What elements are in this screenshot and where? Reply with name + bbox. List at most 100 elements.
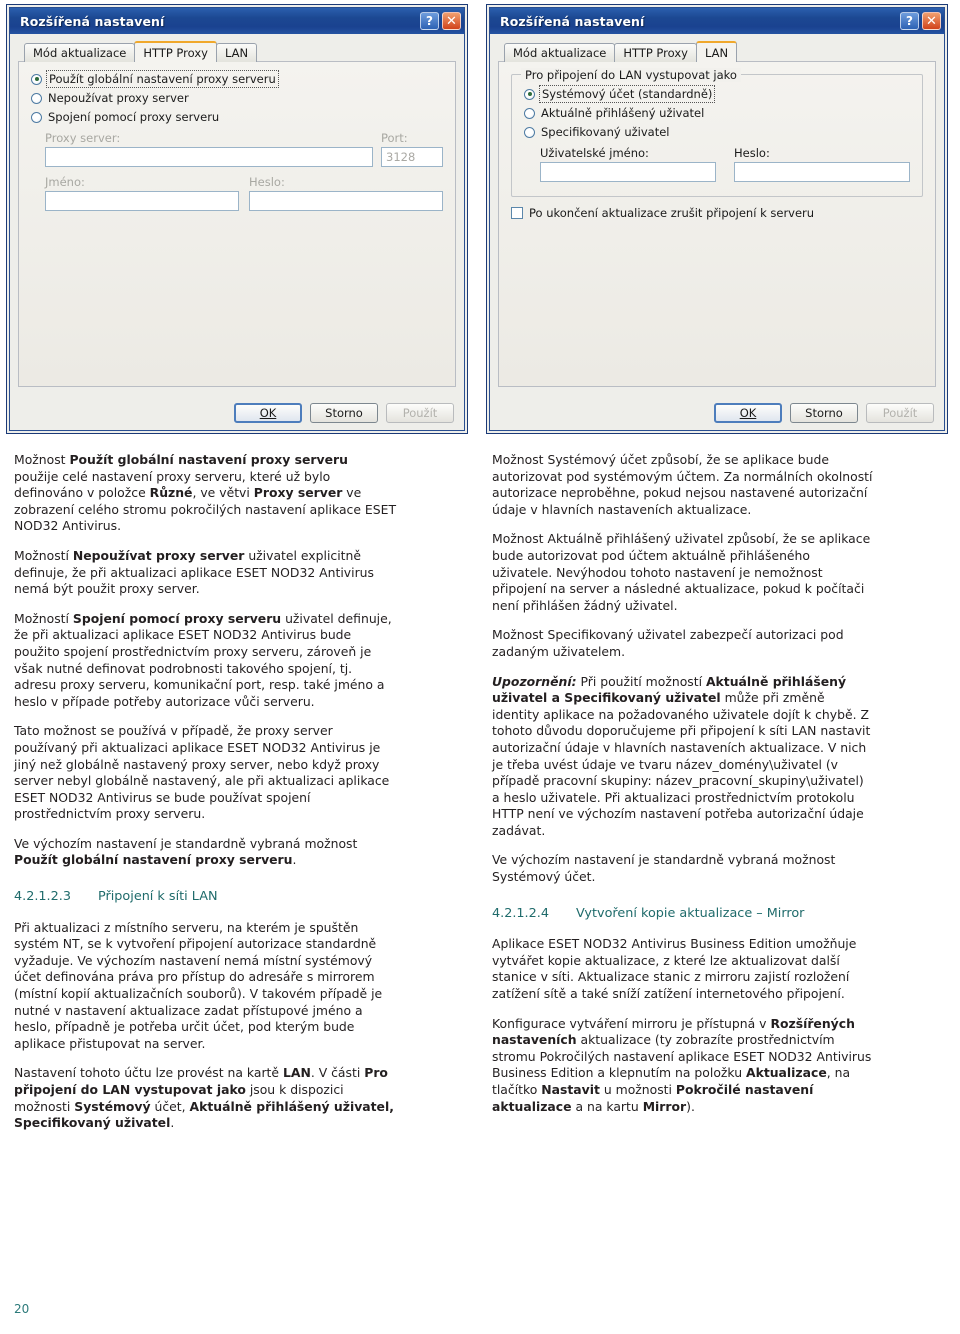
ok-button[interactable]: OK xyxy=(234,403,302,423)
paragraph: Ve výchozím nastavení je standardně vybr… xyxy=(14,836,396,869)
dialog-inner-frame: Rozšířená nastavení ? ✕ Mód aktualizace … xyxy=(9,7,465,431)
tabpage-lan: Pro připojení do LAN vystupovat jako Sys… xyxy=(498,61,936,387)
checkbox-disconnect-after-update[interactable]: Po ukončení aktualizace zrušit připojení… xyxy=(511,206,923,220)
text-run-bold: Různé xyxy=(149,485,193,501)
radio-button-icon xyxy=(31,92,42,104)
section-number: 4.2.1.2.3 xyxy=(14,889,71,905)
section-title: Připojení k síti LAN xyxy=(98,889,218,905)
titlebar: Rozšířená nastavení ? ✕ xyxy=(490,8,944,34)
apply-button[interactable]: Použít xyxy=(866,403,934,423)
tab-lan[interactable]: LAN xyxy=(215,43,258,62)
close-icon[interactable]: ✕ xyxy=(442,12,461,30)
cancel-button[interactable]: Storno xyxy=(790,403,858,423)
text-run-bold: Spojení pomocí proxy serveru xyxy=(72,610,282,626)
text-run-bold: Použít globální nastavení proxy serveru xyxy=(69,452,348,467)
radio-use-global-proxy[interactable]: Použít globální nastavení proxy serveru xyxy=(31,70,443,88)
dialog-buttons: OK Storno Použít xyxy=(714,403,934,423)
text-run: . xyxy=(170,1115,175,1131)
port-label: Port: xyxy=(381,131,408,145)
dialog-http-proxy: Rozšířená nastavení ? ✕ Mód aktualizace … xyxy=(6,4,468,434)
dialog-client-area: Mód aktualizace HTTP Proxy LAN Použít gl… xyxy=(10,34,464,430)
text-run-bold: Proxy server xyxy=(253,485,343,501)
paragraph: Tato možnost se používá v případě, že pr… xyxy=(14,723,390,822)
text-run: účet, xyxy=(150,1098,190,1114)
tab-http-proxy[interactable]: HTTP Proxy xyxy=(134,41,217,62)
text-run: Při použití možností xyxy=(576,673,706,689)
radio-no-proxy[interactable]: Nepoužívat proxy server xyxy=(31,91,443,105)
paragraph: Možnost Systémový účet způsobí, že se ap… xyxy=(492,452,873,517)
text-run: ). xyxy=(686,1098,695,1114)
help-icon[interactable]: ? xyxy=(900,12,919,30)
titlebar-buttons: ? ✕ xyxy=(420,12,461,30)
paragraph: Možností Spojení pomocí proxy serveru už… xyxy=(14,611,396,711)
apply-button[interactable]: Použít xyxy=(386,403,454,423)
dialog-lan: Rozšířená nastavení ? ✕ Mód aktualizace … xyxy=(486,4,948,434)
paragraph: Konfigurace vytváření mirroru je přístup… xyxy=(492,1016,874,1116)
proxy-server-row: Proxy server: Port: 3128 xyxy=(31,131,443,167)
radio-button-icon xyxy=(524,107,535,119)
text-run: Možností xyxy=(14,610,73,626)
radio-connect-via-proxy[interactable]: Spojení pomocí proxy serveru xyxy=(31,110,443,124)
proxy-server-input[interactable] xyxy=(45,147,373,167)
paragraph: Možnost Použít globální nastavení proxy … xyxy=(14,452,396,535)
titlebar-buttons: ? ✕ xyxy=(900,12,941,30)
paragraph: Nastavení tohoto účtu lze provést na kar… xyxy=(14,1065,396,1131)
tab-http-proxy[interactable]: HTTP Proxy xyxy=(614,43,697,62)
text-run-bold: LAN xyxy=(282,1065,311,1081)
proxy-server-label: Proxy server: xyxy=(45,131,121,145)
ok-button[interactable]: OK xyxy=(714,403,782,423)
radio-label: Použít globální nastavení proxy serveru xyxy=(46,70,279,88)
dialog-title: Rozšířená nastavení xyxy=(20,13,165,29)
radio-button-icon xyxy=(524,88,535,100)
help-icon[interactable]: ? xyxy=(420,12,439,30)
section-title: Vytvoření kopie aktualizace – Mirror xyxy=(576,905,805,921)
tab-mod-aktualizace[interactable]: Mód aktualizace xyxy=(24,43,136,62)
tab-lan[interactable]: LAN xyxy=(695,41,738,62)
dialog-inner-frame: Rozšířená nastavení ? ✕ Mód aktualizace … xyxy=(489,7,945,431)
text-run: Konfigurace vytváření mirroru je přístup… xyxy=(492,1015,771,1031)
paragraph: Možnost Specifikovaný uživatel zabezpečí… xyxy=(492,627,844,659)
titlebar: Rozšířená nastavení ? ✕ xyxy=(10,8,464,34)
radio-system-account[interactable]: Systémový účet (standardně) xyxy=(524,85,910,103)
port-input[interactable]: 3128 xyxy=(381,147,443,167)
text-run-bold: Použít globální nastavení proxy serveru xyxy=(14,852,293,868)
dialog-client-area: Mód aktualizace HTTP Proxy LAN Pro připo… xyxy=(490,34,944,430)
text-run: Ve výchozím nastavení je standardně vybr… xyxy=(14,835,358,851)
paragraph: Možnost Aktuálně přihlášený uživatel způ… xyxy=(492,531,871,613)
username-label: Uživatelské jméno: xyxy=(540,146,649,160)
ok-button-label: OK xyxy=(739,406,757,420)
cancel-button[interactable]: Storno xyxy=(310,403,378,423)
text-run: Nastavení tohoto účtu lze provést na kar… xyxy=(14,1065,283,1081)
radio-current-user[interactable]: Aktuálně přihlášený uživatel xyxy=(524,106,910,120)
password-label: Heslo: xyxy=(734,146,770,160)
text-run-bold: Aktualizace xyxy=(745,1065,827,1081)
radio-label: Spojení pomocí proxy serveru xyxy=(48,110,220,124)
username-input[interactable] xyxy=(540,162,716,182)
radio-label: Aktuálně přihlášený uživatel xyxy=(541,106,705,120)
name-input[interactable] xyxy=(45,191,239,211)
radio-specified-user[interactable]: Specifikovaný uživatel xyxy=(524,125,910,139)
section-number: 4.2.1.2.4 xyxy=(492,905,549,921)
section-heading: 4.2.1.2.4 Vytvoření kopie aktualizace – … xyxy=(492,906,874,923)
checkbox-label: Po ukončení aktualizace zrušit připojení… xyxy=(529,206,815,220)
radio-label: Nepoužívat proxy server xyxy=(48,91,189,105)
text-run-bold: Nastavit xyxy=(541,1082,600,1097)
name-label: Jméno: xyxy=(45,175,85,189)
paragraph: Možností Nepoužívat proxy server uživate… xyxy=(14,548,396,598)
password-input[interactable] xyxy=(734,162,910,182)
text-run: . xyxy=(292,852,297,868)
groupbox-title: Pro připojení do LAN vystupovat jako xyxy=(521,68,741,82)
close-icon[interactable]: ✕ xyxy=(922,12,941,30)
password-input[interactable] xyxy=(249,191,443,211)
text-run: a na kartu xyxy=(571,1098,643,1114)
dialog-buttons: OK Storno Použít xyxy=(234,403,454,423)
checkbox-icon xyxy=(511,207,523,219)
text-run: Možnost xyxy=(14,452,70,467)
text-run: může při změně identity aplikace na poža… xyxy=(492,690,871,838)
paragraph: Ve výchozím nastavení je standardně vybr… xyxy=(492,852,836,885)
user-credentials-row: Uživatelské jméno: Heslo: xyxy=(524,146,910,182)
paragraph: Upozornění: Při použití možností Aktuáln… xyxy=(492,674,874,840)
tabstrip: Mód aktualizace HTTP Proxy LAN xyxy=(498,41,936,62)
tab-mod-aktualizace[interactable]: Mód aktualizace xyxy=(504,43,616,62)
text-run-bold: Mirror xyxy=(642,1098,687,1114)
